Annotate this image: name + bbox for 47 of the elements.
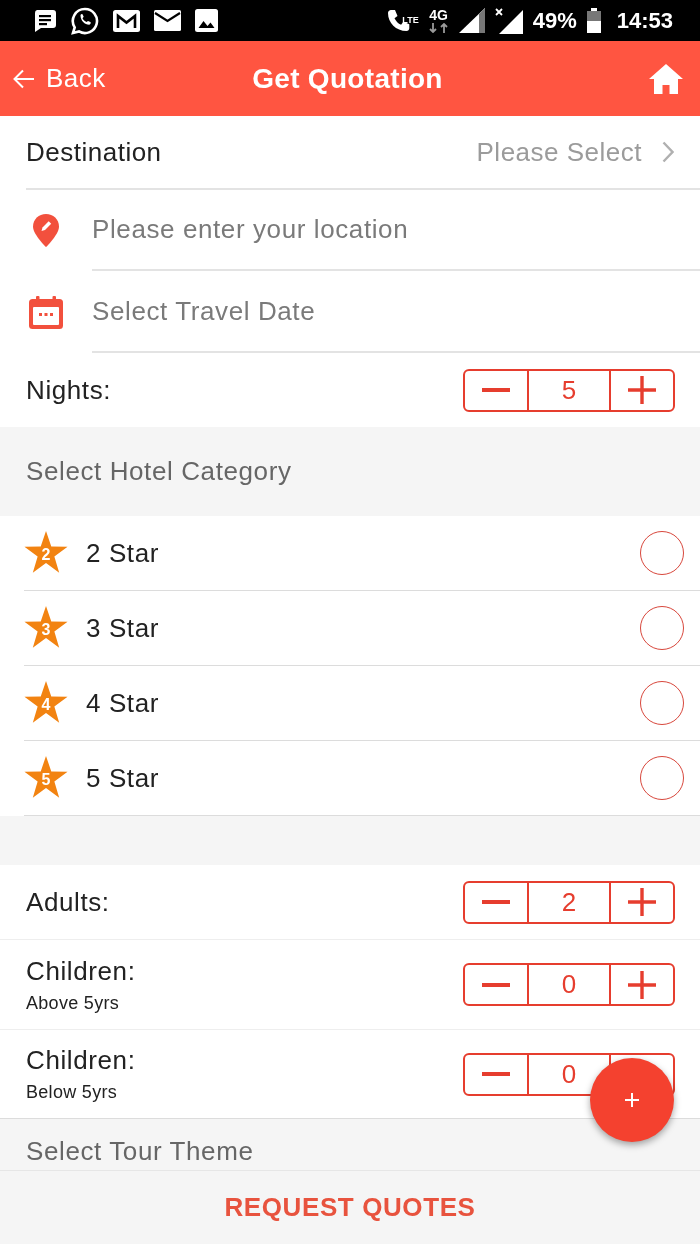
destination-label: Destination bbox=[26, 136, 162, 168]
screen-title: Get Quotation bbox=[252, 62, 443, 95]
phone-bubble-icon bbox=[71, 6, 99, 35]
minus-icon bbox=[482, 1072, 510, 1076]
message-icon bbox=[32, 8, 57, 33]
image-icon bbox=[195, 9, 218, 32]
clock-time: 14:53 bbox=[616, 7, 673, 34]
chevron-right-icon[interactable] bbox=[662, 141, 674, 163]
back-arrow-icon bbox=[12, 68, 35, 89]
network-label: 4G bbox=[429, 8, 448, 22]
envelope-icon bbox=[154, 10, 181, 31]
plus-icon bbox=[625, 1093, 639, 1107]
m-envelope-icon bbox=[113, 9, 140, 32]
plus-icon bbox=[628, 970, 656, 999]
count-label: Children: bbox=[26, 955, 136, 987]
count-value: 0 bbox=[527, 965, 611, 1004]
battery-icon bbox=[586, 8, 601, 33]
option-label: 5 Star bbox=[86, 762, 159, 794]
count-label: Children: bbox=[26, 1045, 136, 1076]
minus-icon bbox=[482, 900, 510, 904]
signal-x-icon bbox=[494, 7, 523, 34]
count-label: Nights: bbox=[26, 374, 112, 406]
data-arrows-icon bbox=[428, 23, 449, 33]
signal-icon bbox=[458, 8, 485, 33]
destination-select[interactable]: Please Select bbox=[476, 136, 642, 168]
option-label: 3 Star bbox=[86, 612, 159, 644]
count-label: Adults: bbox=[26, 886, 110, 918]
age-note: Below 5yrs bbox=[26, 1082, 119, 1103]
minus-icon bbox=[482, 982, 510, 987]
age-note: Above 5yrs bbox=[26, 992, 121, 1014]
back-button[interactable]: Back bbox=[12, 59, 106, 98]
call-type-label: LTE bbox=[402, 14, 419, 25]
count-value: 2 bbox=[527, 882, 611, 922]
request-quotes-button[interactable]: REQUEST QUOTES bbox=[0, 1170, 700, 1244]
section-heading: Select Hotel Category bbox=[0, 427, 700, 516]
minus-icon bbox=[482, 388, 510, 392]
plus-icon bbox=[628, 888, 656, 916]
home-icon[interactable] bbox=[649, 63, 683, 94]
option-label: 2 Star bbox=[86, 537, 159, 569]
calendar-icon bbox=[29, 295, 63, 329]
battery-percent: 49% bbox=[532, 7, 577, 34]
count-value: 5 bbox=[527, 370, 611, 410]
plus-icon bbox=[628, 376, 656, 404]
location-field[interactable]: Please enter your location bbox=[92, 190, 700, 271]
location-pin-icon bbox=[33, 214, 59, 247]
option-label: 4 Star bbox=[86, 687, 159, 719]
section-heading: Select Tour Theme bbox=[0, 1118, 700, 1170]
